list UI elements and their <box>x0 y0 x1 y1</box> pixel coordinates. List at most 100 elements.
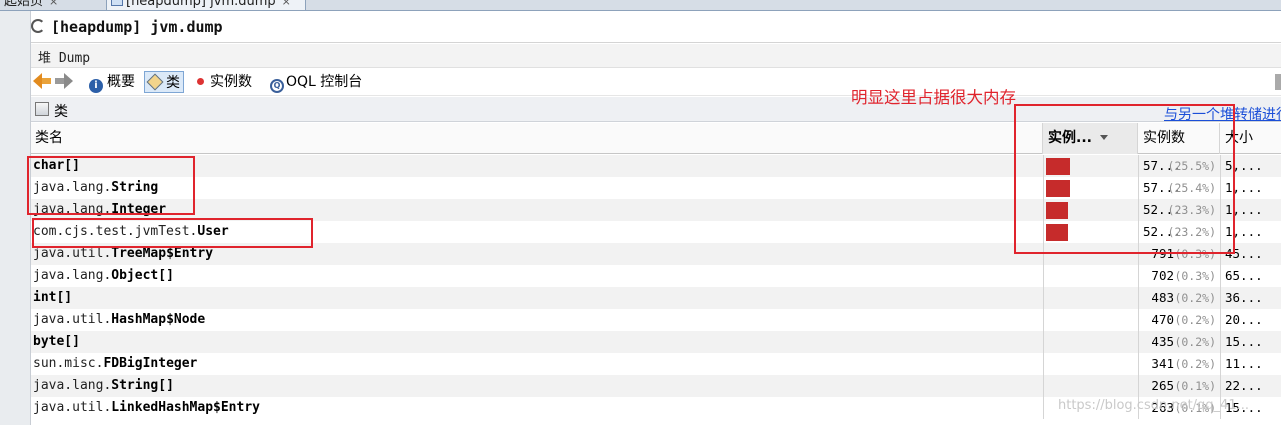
table-row[interactable]: java.lang.Integer 52... (23.3%) 1,... <box>31 199 1281 221</box>
column-header-class-name[interactable]: 类名 <box>31 123 1043 154</box>
table-row[interactable]: sun.misc.FDBigInteger 341 (0.2%) 11... <box>31 353 1281 375</box>
class-package: java.lang. <box>33 180 112 195</box>
size-cell: 20... <box>1220 309 1281 331</box>
instance-bar <box>1046 224 1068 241</box>
size-cell: 1,... <box>1220 177 1281 199</box>
instance-count-cell: 52... (23.3%) <box>1138 199 1220 221</box>
class-package: java.util. <box>33 400 112 415</box>
class-name-cell: java.util.HashMap$Node <box>33 309 1041 331</box>
instance-count: 265 <box>1151 378 1174 393</box>
summary-button[interactable]: i 概要 <box>89 71 135 93</box>
instance-bar-cell <box>1043 397 1138 419</box>
instance-count: 263 <box>1151 400 1174 415</box>
instance-count: 341 <box>1151 356 1174 371</box>
oql-label: OQL 控制台 <box>286 74 363 90</box>
document-tab-strip: 起始页 × [heapdump] jvm.dump × <box>0 0 1281 11</box>
instance-bar-cell <box>1043 287 1138 309</box>
instance-bar <box>1046 180 1070 197</box>
refresh-icon[interactable] <box>31 19 45 33</box>
tab-label: 起始页 <box>4 0 44 9</box>
instance-percent: (0.3%) <box>1174 247 1216 261</box>
table-row[interactable]: java.lang.String[] 265 (0.1%) 22... <box>31 375 1281 397</box>
class-package: com.cjs.test.jvmTest. <box>33 224 198 239</box>
instances-label: 实例数 <box>210 74 252 90</box>
instance-bar-cell <box>1043 221 1138 243</box>
table-row[interactable]: byte[] 435 (0.2%) 15... <box>31 331 1281 353</box>
tab-start-page[interactable]: 起始页 × <box>0 0 104 10</box>
class-simple-name: int[] <box>33 290 73 305</box>
back-arrow-icon[interactable] <box>33 73 51 89</box>
close-icon[interactable]: × <box>282 0 291 10</box>
column-header-instances-bar[interactable]: 实例... <box>1043 123 1138 154</box>
class-name-cell: java.util.TreeMap$Entry <box>33 243 1041 265</box>
class-simple-name: String[] <box>111 378 174 393</box>
size-cell: 22... <box>1220 375 1281 397</box>
tab-label: [heapdump] jvm.dump <box>126 0 276 9</box>
instance-percent: (0.2%) <box>1174 357 1216 371</box>
class-name-cell: sun.misc.FDBigInteger <box>33 353 1041 375</box>
instance-percent: (0.3%) <box>1174 269 1216 283</box>
scrollbar-handle[interactable] <box>1275 74 1281 90</box>
instance-count-cell: 483 (0.2%) <box>1138 287 1220 309</box>
instance-count-cell: 702 (0.3%) <box>1138 265 1220 287</box>
table-row[interactable]: java.lang.String 57... (25.4%) 1,... <box>31 177 1281 199</box>
instance-bar-cell <box>1043 265 1138 287</box>
class-package: sun.misc. <box>33 356 104 371</box>
oql-console-button[interactable]: Q OQL 控制台 <box>270 71 362 93</box>
class-package: java.lang. <box>33 268 112 283</box>
table-row[interactable]: int[] 483 (0.2%) 36... <box>31 287 1281 309</box>
table-row[interactable]: java.util.HashMap$Node 470 (0.2%) 20... <box>31 309 1281 331</box>
instance-bar <box>1046 158 1070 175</box>
class-simple-name: LinkedHashMap$Entry <box>111 400 260 415</box>
class-name-cell: java.lang.String[] <box>33 375 1041 397</box>
table-row[interactable]: java.util.LinkedHashMap$Entry 263 (0.1%) 15… <box>31 397 1281 419</box>
class-package: java.lang. <box>33 202 112 217</box>
instance-count: 470 <box>1151 312 1174 327</box>
instance-percent: (0.2%) <box>1174 291 1216 305</box>
instance-count-cell: 341 (0.2%) <box>1138 353 1220 375</box>
class-package: java.util. <box>33 246 112 261</box>
classes-section-header: 类 与另一个堆转储进行比较 <box>31 97 1281 124</box>
size-cell: 1,... <box>1220 221 1281 243</box>
table-row[interactable]: com.cjs.test.jvmTest.User 52... (23.2%) 1,.… <box>31 221 1281 243</box>
instances-button[interactable]: 实例数 <box>194 71 252 93</box>
instance-dot-icon <box>197 78 204 85</box>
column-header-size[interactable]: 大小 <box>1220 123 1281 154</box>
page-title: [heapdump] jvm.dump <box>51 18 223 36</box>
compare-heap-dump-link[interactable]: 与另一个堆转储进行比较 <box>1164 104 1281 124</box>
instance-percent: (23.2%) <box>1167 225 1216 239</box>
class-simple-name: Integer <box>111 202 167 217</box>
instance-percent: (0.2%) <box>1174 335 1216 349</box>
table-row[interactable]: char[] 57... (25.5%) 5,... <box>31 155 1281 177</box>
instance-percent: (25.4%) <box>1167 181 1216 195</box>
instance-percent: (25.5%) <box>1167 159 1216 173</box>
table-row[interactable]: java.lang.Object[] 702 (0.3%) 65... <box>31 265 1281 287</box>
instance-bar-cell <box>1043 177 1138 199</box>
classes-button[interactable]: 类 <box>144 71 184 93</box>
instance-bar-cell <box>1043 353 1138 375</box>
class-simple-name: HashMap$Node <box>111 312 206 327</box>
size-cell: 11... <box>1220 353 1281 375</box>
left-side-strip <box>0 11 31 425</box>
class-name-cell: int[] <box>33 287 1041 309</box>
instance-count-cell: 265 (0.1%) <box>1138 375 1220 397</box>
instance-count: 435 <box>1151 334 1174 349</box>
classes-table: 类名 实例... 实例数 大小 char[] 57... (25.5%) 5,... j… <box>31 123 1281 425</box>
instance-count: 791 <box>1151 246 1174 261</box>
instance-bar-cell <box>1043 309 1138 331</box>
forward-arrow-icon[interactable] <box>55 73 73 89</box>
column-header-instance-count[interactable]: 实例数 <box>1138 123 1220 154</box>
info-icon: i <box>89 79 103 93</box>
size-cell: 15... <box>1220 397 1281 419</box>
instance-bar <box>1046 202 1068 219</box>
subtitle-bar: 堆 Dump <box>31 44 1281 68</box>
class-name-cell: java.util.LinkedHashMap$Entry <box>33 397 1041 419</box>
class-simple-name: char[] <box>33 158 80 173</box>
instance-bar-cell <box>1043 331 1138 353</box>
table-row[interactable]: java.util.TreeMap$Entry 791 (0.3%) 45... <box>31 243 1281 265</box>
close-icon[interactable]: × <box>49 0 58 10</box>
size-cell: 45... <box>1220 243 1281 265</box>
tab-heapdump[interactable]: [heapdump] jvm.dump × <box>106 0 306 10</box>
subtitle: 堆 Dump <box>38 51 91 66</box>
instance-count-cell: 791 (0.3%) <box>1138 243 1220 265</box>
